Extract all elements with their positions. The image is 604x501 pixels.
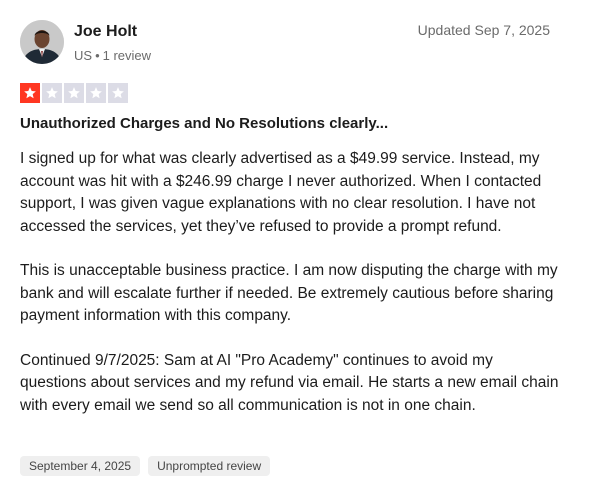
star-icon bbox=[20, 83, 40, 103]
review-paragraph: Continued 9/7/2025: Sam at AI "Pro Acade… bbox=[20, 351, 559, 414]
review-title[interactable]: Unauthorized Charges and No Resolutions … bbox=[20, 114, 388, 134]
review-card: Joe Holt US • 1 review Updated Sep 7, 2025… bbox=[0, 0, 604, 501]
experience-date-tag: September 4, 2025 bbox=[20, 456, 141, 476]
star-rating bbox=[20, 83, 128, 103]
avatar-image bbox=[20, 20, 64, 64]
review-body: I signed up for what was clearly adverti… bbox=[20, 148, 560, 439]
reviewer-info: Joe Holt US • 1 review bbox=[74, 22, 151, 65]
star-icon bbox=[108, 83, 128, 103]
reviewer-country: US bbox=[74, 48, 93, 63]
reviewer-name[interactable]: Joe Holt bbox=[74, 22, 151, 42]
review-header: Joe Holt US • 1 review Updated Sep 7, 2025 bbox=[20, 20, 550, 68]
review-paragraph: I signed up for what was clearly adverti… bbox=[20, 150, 542, 235]
star-icon bbox=[42, 83, 62, 103]
updated-date: Updated Sep 7, 2025 bbox=[417, 22, 550, 38]
avatar[interactable] bbox=[20, 20, 64, 64]
review-tags: September 4, 2025 Unprompted review bbox=[20, 456, 271, 476]
reviewer-review-count: 1 review bbox=[102, 48, 152, 63]
separator-dot: • bbox=[95, 48, 100, 63]
star-icon bbox=[64, 83, 84, 103]
review-paragraph: This is unacceptable business practice. … bbox=[20, 262, 558, 324]
unprompted-review-tag[interactable]: Unprompted review bbox=[148, 456, 271, 476]
star-icon bbox=[86, 83, 106, 103]
reviewer-meta: US • 1 review bbox=[74, 47, 151, 65]
